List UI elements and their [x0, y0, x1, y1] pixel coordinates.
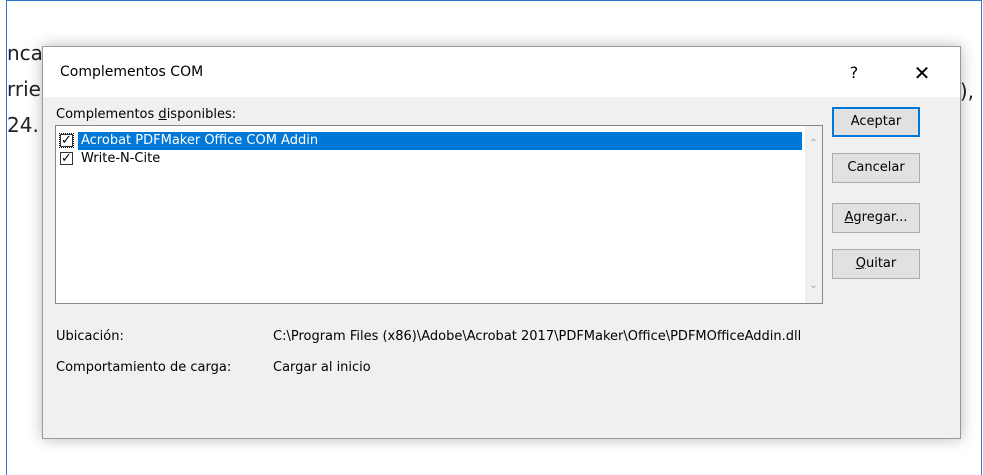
- close-button[interactable]: ✕: [905, 59, 939, 87]
- addins-listbox[interactable]: ✓ Acrobat PDFMaker Office COM Addin ✓ Wr…: [55, 125, 823, 304]
- doc-text-line-1: nca: [7, 41, 43, 65]
- load-behavior-label: Comportamiento de carga:: [56, 360, 232, 375]
- cancel-button[interactable]: Cancelar: [832, 153, 920, 183]
- listbox-scrollbar[interactable]: ⌃ ⌄: [805, 126, 822, 303]
- available-addins-label: Complementos disponibles:: [56, 107, 237, 122]
- addin-item-label: Acrobat PDFMaker Office COM Addin: [78, 132, 802, 150]
- doc-text-line-2: rrie: [7, 77, 41, 101]
- scroll-up-icon[interactable]: ⌃: [805, 135, 822, 152]
- scroll-down-icon[interactable]: ⌄: [805, 277, 822, 294]
- addin-item-label: Write-N-Cite: [81, 151, 161, 166]
- addin-item-acrobat[interactable]: ✓ Acrobat PDFMaker Office COM Addin: [59, 132, 802, 150]
- load-behavior-value: Cargar al inicio: [273, 360, 371, 375]
- accept-button[interactable]: Aceptar: [832, 107, 920, 137]
- help-button[interactable]: ?: [837, 59, 871, 87]
- dialog-title: Complementos COM: [60, 64, 204, 80]
- com-addins-dialog: Complementos COM ? ✕ Complementos dispon…: [42, 46, 961, 439]
- addin-item-write-n-cite[interactable]: ✓ Write-N-Cite: [60, 150, 802, 168]
- checkbox-checked-icon[interactable]: ✓: [60, 152, 73, 165]
- dialog-titlebar[interactable]: Complementos COM ? ✕: [43, 47, 960, 97]
- checkbox-checked-icon[interactable]: ✓: [59, 133, 74, 148]
- doc-text-fragment-right: ),: [959, 79, 974, 103]
- location-label: Ubicación:: [56, 329, 124, 344]
- remove-button[interactable]: Quitar: [832, 249, 920, 279]
- add-button[interactable]: Agregar...: [832, 203, 920, 233]
- doc-text-prefix: 24.: [7, 113, 39, 137]
- location-value: C:\Program Files (x86)\Adobe\Acrobat 201…: [273, 329, 802, 344]
